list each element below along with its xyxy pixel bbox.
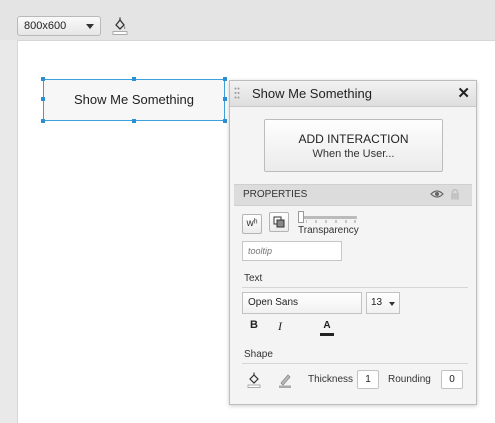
transparency-slider[interactable] xyxy=(299,216,357,219)
size-button-label: wʰ xyxy=(246,218,258,229)
close-icon[interactable]: ✕ xyxy=(457,84,470,102)
eye-icon[interactable] xyxy=(430,189,444,199)
top-toolbar: 800x600 xyxy=(0,0,495,40)
paint-bucket-icon[interactable] xyxy=(247,372,261,388)
divider xyxy=(242,287,468,288)
properties-panel: Show Me Something ✕ ADD INTERACTION When… xyxy=(229,80,477,405)
resize-handle-top-right[interactable] xyxy=(223,77,227,81)
chevron-down-icon xyxy=(86,24,94,29)
canvas-size-value: 800x600 xyxy=(24,20,67,32)
panel-header[interactable]: Show Me Something ✕ xyxy=(230,81,476,107)
panel-title: Show Me Something xyxy=(252,86,372,101)
drag-grip-icon[interactable] xyxy=(234,87,240,99)
properties-label: PROPERTIES xyxy=(243,189,308,200)
size-button[interactable]: wʰ xyxy=(242,214,262,234)
rounding-value: 0 xyxy=(449,374,455,385)
font-size-value: 13 xyxy=(371,297,383,308)
paint-bucket-icon[interactable] xyxy=(112,17,128,35)
transparency-label: Transparency xyxy=(298,225,359,236)
pencil-icon[interactable] xyxy=(278,373,292,388)
text-color-button[interactable]: A xyxy=(320,320,334,336)
lock-icon[interactable] xyxy=(450,188,460,200)
divider xyxy=(242,363,468,364)
rounding-input[interactable]: 0 xyxy=(441,370,463,389)
font-size-select[interactable]: 13 xyxy=(366,292,400,314)
arrange-button[interactable] xyxy=(269,212,289,232)
widget-label: Show Me Something xyxy=(74,92,194,107)
selected-widget[interactable]: Show Me Something xyxy=(41,77,227,123)
resize-handle-top-left[interactable] xyxy=(41,77,45,81)
resize-handle-bottom[interactable] xyxy=(132,119,136,123)
transparency-slider-thumb[interactable] xyxy=(298,211,304,223)
thickness-label: Thickness xyxy=(308,374,354,385)
properties-section-header: PROPERTIES xyxy=(234,184,472,206)
chevron-down-icon xyxy=(389,302,395,306)
font-family-value: Open Sans xyxy=(248,297,299,308)
add-interaction-sublabel: When the User... xyxy=(312,148,395,160)
text-color-glyph: A xyxy=(323,320,331,331)
resize-handle-bottom-right[interactable] xyxy=(223,119,227,123)
resize-handle-right[interactable] xyxy=(223,97,227,101)
bold-button[interactable]: B xyxy=(250,319,258,331)
thickness-input[interactable]: 1 xyxy=(357,370,379,389)
slider-ticks xyxy=(306,220,356,223)
text-section-label: Text xyxy=(244,273,263,284)
canvas-size-select[interactable]: 800x600 xyxy=(17,16,101,36)
resize-handle-top[interactable] xyxy=(132,77,136,81)
layers-icon xyxy=(273,216,285,228)
rounding-label: Rounding xyxy=(388,374,431,385)
tooltip-input[interactable] xyxy=(242,241,342,261)
font-family-select[interactable]: Open Sans xyxy=(242,292,362,314)
add-interaction-button[interactable]: ADD INTERACTION When the User... xyxy=(264,119,443,172)
italic-button[interactable]: I xyxy=(278,319,282,334)
add-interaction-label: ADD INTERACTION xyxy=(298,132,409,146)
resize-handle-bottom-left[interactable] xyxy=(41,119,45,123)
text-color-swatch xyxy=(320,333,334,336)
thickness-value: 1 xyxy=(365,374,371,385)
shape-section-label: Shape xyxy=(244,349,273,360)
resize-handle-left[interactable] xyxy=(41,97,45,101)
